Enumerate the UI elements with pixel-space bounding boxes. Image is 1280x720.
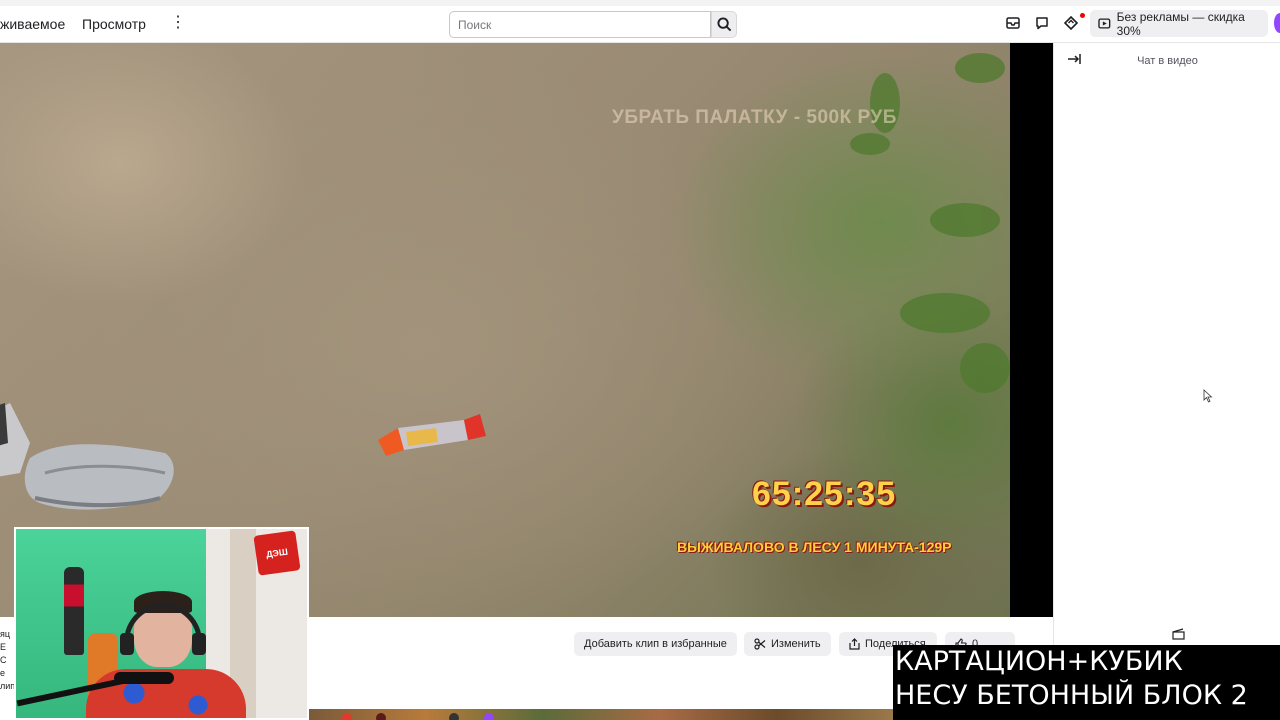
whispers-icon [1036,17,1048,30]
chat-title: Чат в видео [1137,55,1198,67]
truncated-text: Е С [0,642,7,665]
edit-button[interactable]: Изменить [744,632,831,656]
foliage [930,203,1000,237]
foliage [960,343,1010,393]
truncated-text-column: яц Е С е лип [0,628,14,708]
thumbnail-bar [309,700,894,709]
whispers-button[interactable] [1033,14,1051,32]
nav-browse-link[interactable]: Просмотр [82,16,146,32]
recommended-thumbnails[interactable] [309,700,894,720]
sneaker-image [0,403,174,510]
truncated-text: лип [0,681,14,691]
truncated-text: е [0,668,6,678]
prime-crown-icon [1064,16,1078,30]
promo-ad-icon [1098,18,1111,29]
donation-overlay-text: УБРАТЬ ПАЛАТКУ - 500К РУБ [612,107,897,128]
webcam-bottle [64,567,84,655]
foliage [900,293,990,333]
scissors-icon [754,638,766,650]
thumbnail-badge [449,713,459,720]
headset-earcup [120,633,134,655]
mouse-cursor-icon [1203,389,1213,403]
headset-earcup [192,633,206,655]
inbox-icon [1006,17,1020,29]
top-nav: живаемое Просмотр ⋮ Без рекламы — скидка… [0,0,1280,43]
prime-button[interactable] [1062,14,1080,32]
notification-dot [1080,13,1085,18]
more-menu-icon[interactable]: ⋮ [170,14,186,32]
browser-strip [0,0,1280,6]
truncated-text: яц [0,629,11,639]
foliage [850,133,890,155]
inbox-button[interactable] [1004,14,1022,32]
thumbnail-badge [484,713,494,720]
caption-line-2: НЕСУ БЕТОННЫЙ БЛОК 2 [895,680,1248,711]
candy-wrapper-image [378,414,486,456]
add-clip-favorites-button[interactable]: Добавить клип в избранные [574,632,737,656]
survival-price-text: ВЫЖИВАЛОВО В ЛЕСУ 1 МИНУТА-129Р [677,539,952,555]
add-clip-label: Добавить клип в избранные [584,638,727,650]
nav-following-link[interactable]: живаемое [0,16,65,32]
ad-free-promo-button[interactable]: Без рекламы — скидка 30% [1090,9,1268,38]
share-icon [849,638,860,650]
stream-caption-overlay: КАРТАЦИОН+КУБИК НЕСУ БЕТОННЫЙ БЛОК 2 [893,645,1280,720]
clip-icon[interactable] [1172,628,1185,640]
stream-timer: 65:25:35 [752,475,897,513]
thumbnail-badge [342,713,352,720]
search-button[interactable] [711,11,737,38]
user-avatar[interactable] [1274,13,1280,33]
webcam-overlay: ДЭШ [14,527,309,720]
promo-label: Без рекламы — скидка 30% [1116,9,1245,38]
foliage [955,53,1005,83]
chat-panel: Чат в видео [1053,43,1280,720]
webcam-logo: ДЭШ [253,530,301,576]
thumbnail-badge [376,713,386,720]
search-input[interactable] [449,11,711,38]
edit-label: Изменить [771,638,821,650]
caption-line-1: КАРТАЦИОН+КУБИК [895,646,1183,677]
search-icon [716,17,731,32]
